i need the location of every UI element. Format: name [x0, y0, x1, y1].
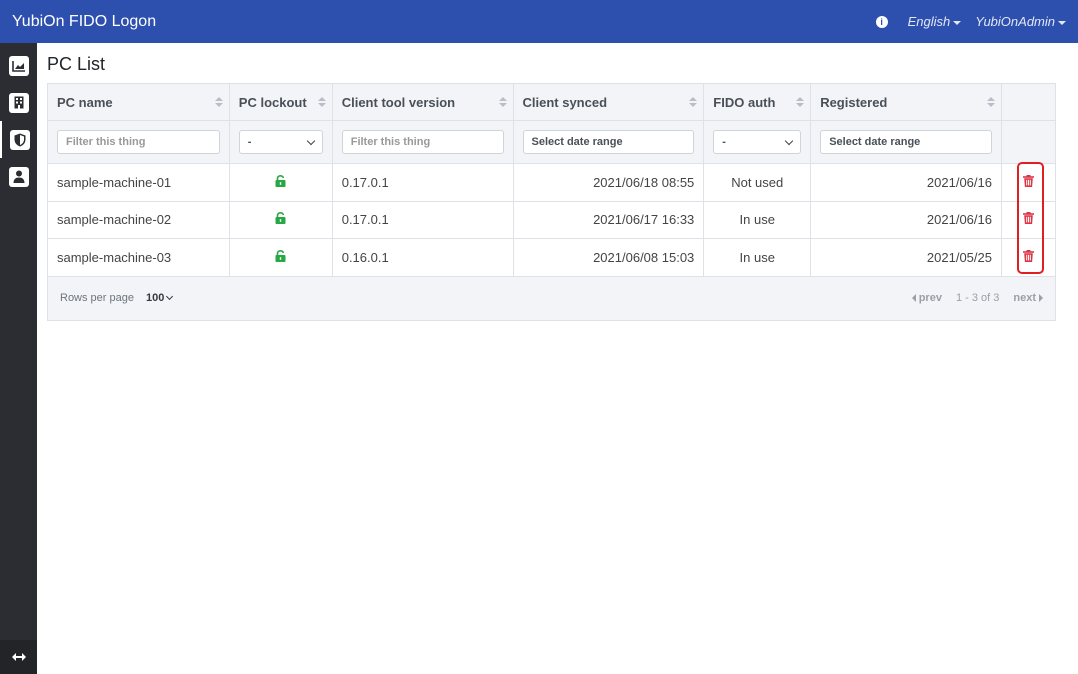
actions-cell [1000, 238, 1057, 277]
version-cell: 0.17.0.1 [331, 200, 514, 239]
caret-down-icon [953, 20, 962, 25]
pc-list-table: PC name PC lockout Client tool version C… [47, 83, 1057, 321]
trash-icon[interactable] [1022, 212, 1034, 227]
column-header-pc-lockout[interactable]: PC lockout [228, 83, 333, 121]
sort-icon [689, 97, 697, 107]
trash-icon[interactable] [1022, 174, 1034, 190]
registered-cell: 2021/05/25 [810, 238, 1002, 277]
pc-lockout-cell [228, 238, 333, 277]
sort-icon [796, 97, 804, 107]
next-page-button[interactable]: next [1013, 292, 1043, 304]
caret-right-icon [1039, 294, 1043, 302]
sort-icon [987, 97, 995, 107]
app-title[interactable]: YubiOn FIDO Logon [12, 13, 156, 31]
pc-lockout-cell [228, 200, 333, 239]
caret-left-icon [911, 294, 916, 302]
sort-icon [215, 97, 223, 107]
actions-cell [1000, 200, 1057, 239]
user-icon [8, 166, 29, 187]
sidebar-toggle[interactable] [0, 640, 37, 674]
select-value: - [247, 136, 252, 148]
client-synced-cell: 2021/06/18 08:55 [512, 163, 705, 202]
prev-label: prev [918, 292, 942, 304]
page-title: PC List [47, 54, 106, 74]
column-label: Client tool version [341, 94, 456, 110]
column-header-actions [1000, 83, 1057, 121]
sidebar-item-organization[interactable] [0, 84, 37, 121]
next-label: next [1013, 292, 1036, 304]
client-synced-date-range-input[interactable]: Select date range [522, 130, 695, 154]
pc-lockout-filter-select[interactable]: - [238, 130, 323, 154]
main-content: PC List PC name PC lockout Client tool v… [47, 43, 1057, 321]
registered-cell: 2021/06/16 [810, 163, 1002, 202]
trash-icon[interactable] [1022, 249, 1034, 265]
pc-name-cell: sample-machine-01 [47, 163, 230, 202]
filter-actions-cell [1000, 120, 1057, 164]
pagination: prev 1 - 3 of 3 next [911, 292, 1043, 304]
prev-page-button[interactable]: prev [911, 292, 942, 304]
actions-cell [1000, 163, 1057, 202]
column-label: PC lockout [238, 94, 307, 110]
unlock-icon[interactable] [275, 174, 286, 190]
sidebar-item-dashboard[interactable] [0, 47, 37, 84]
pc-name-cell: sample-machine-03 [47, 238, 230, 277]
version-filter-input[interactable]: Filter this thing [341, 130, 504, 154]
registered-cell: 2021/06/16 [810, 200, 1002, 239]
language-label: English [907, 14, 951, 29]
column-header-client-tool-version[interactable]: Client tool version [331, 83, 514, 121]
pc-name-filter-input[interactable]: Filter this thing [57, 130, 220, 154]
column-label: Registered [820, 94, 888, 110]
sidebar-item-users[interactable] [0, 158, 37, 195]
unlock-icon[interactable] [275, 212, 286, 227]
info-icon[interactable]: i [875, 15, 888, 28]
column-header-registered[interactable]: Registered [810, 83, 1002, 121]
fido-auth-cell: In use [703, 238, 812, 277]
select-value: - [722, 136, 726, 148]
column-label: PC name [57, 94, 113, 110]
sidebar-item-security[interactable] [0, 121, 37, 158]
column-header-pc-name[interactable]: PC name [47, 83, 230, 121]
user-label: YubiOnAdmin [975, 14, 1055, 29]
column-label: FIDO auth [713, 94, 776, 110]
unlock-icon[interactable] [275, 249, 286, 265]
client-synced-cell: 2021/06/17 16:33 [512, 200, 705, 239]
chevron-down-icon [784, 136, 794, 145]
version-cell: 0.16.0.1 [331, 238, 514, 277]
column-header-fido-auth[interactable]: FIDO auth [703, 83, 812, 121]
sidebar [0, 43, 37, 674]
sort-icon [499, 97, 507, 107]
column-label: Client synced [522, 94, 608, 110]
pc-lockout-cell [228, 163, 333, 202]
pc-name-cell: sample-machine-02 [47, 200, 230, 239]
fido-auth-cell: Not used [703, 163, 812, 202]
fido-auth-cell: In use [703, 200, 812, 239]
building-icon [8, 92, 29, 113]
caret-down-icon [1058, 20, 1066, 25]
fido-auth-filter-select[interactable]: - [713, 130, 802, 154]
chevron-down-icon [306, 136, 315, 145]
client-synced-cell: 2021/06/08 15:03 [512, 238, 705, 277]
shield-icon [9, 129, 30, 150]
expand-arrows-icon [11, 653, 26, 661]
page-range-info: 1 - 3 of 3 [955, 292, 1000, 304]
table-row: sample-machine-03 0.16.0.1 2021/06/08 15… [47, 238, 1057, 277]
sort-icon [318, 97, 326, 107]
table-row: sample-machine-02 0.17.0.1 2021/06/17 16… [47, 200, 1057, 239]
rows-per-page-label: Rows per page [60, 292, 134, 304]
registered-date-range-input[interactable]: Select date range [820, 130, 992, 154]
column-header-client-synced[interactable]: Client synced [512, 83, 705, 121]
table-row: sample-machine-01 0.17.0.1 2021/06/18 08… [47, 163, 1057, 202]
top-navbar: YubiOn FIDO Logon i English YubiOnAdmin [0, 0, 1078, 43]
chart-icon [8, 55, 29, 76]
rows-per-page-select[interactable]: 100 [146, 292, 174, 304]
table-footer: Rows per page 100 prev 1 - 3 of 3 next [47, 275, 1056, 321]
user-dropdown[interactable]: YubiOnAdmin [975, 14, 1066, 29]
version-cell: 0.17.0.1 [331, 163, 514, 202]
language-dropdown[interactable]: English [908, 14, 962, 29]
chevron-down-icon [166, 292, 174, 301]
rows-per-page-value: 100 [146, 292, 165, 304]
